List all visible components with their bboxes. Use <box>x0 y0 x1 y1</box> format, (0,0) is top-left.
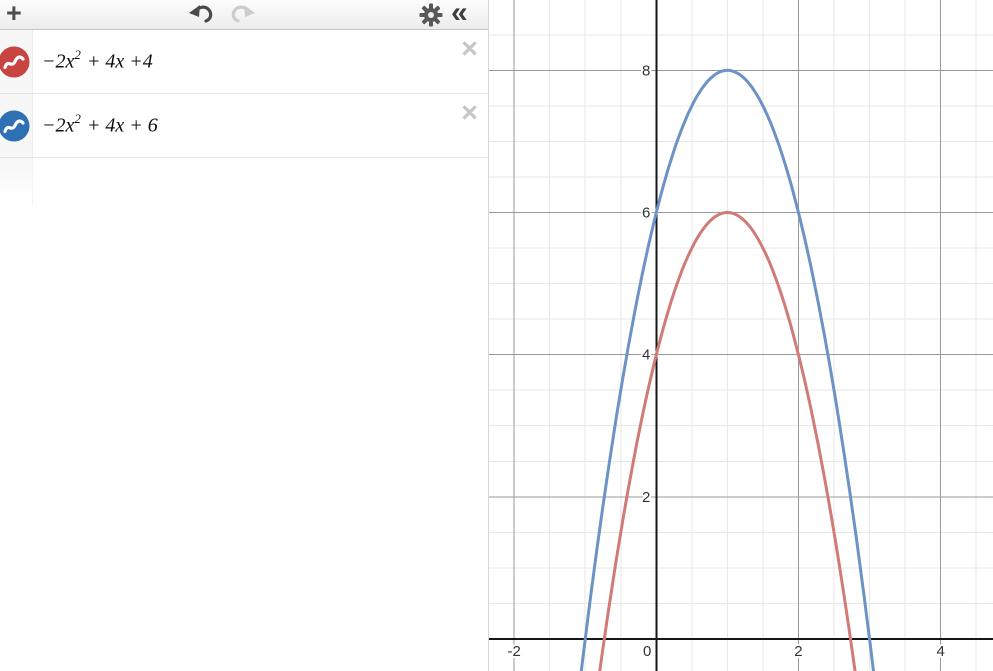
expression-panel: + <box>0 0 489 671</box>
expression-exponent: 2 <box>74 47 81 62</box>
axis-labels: -2 0 2 4 2 4 6 8 <box>507 62 944 660</box>
undo-icon <box>189 3 216 26</box>
x-tick-label: 0 <box>643 643 651 660</box>
expression-text: + 4x +4 <box>82 51 153 73</box>
y-tick-label: 4 <box>642 347 650 364</box>
settings-button[interactable] <box>419 3 443 30</box>
y-tick-label: 6 <box>642 204 650 221</box>
curve[interactable] <box>489 213 993 671</box>
expression-gutter[interactable] <box>0 94 33 157</box>
y-tick-label: 2 <box>642 489 650 506</box>
add-expression-button[interactable]: + <box>6 0 22 27</box>
x-tick-label: 2 <box>794 643 802 660</box>
delete-expression-button[interactable]: × <box>461 34 478 64</box>
graphing-calculator: + <box>0 0 993 671</box>
expression-gutter[interactable] <box>0 30 33 93</box>
graph-canvas[interactable]: -2 0 2 4 2 4 6 8 <box>489 0 993 671</box>
graph-panel: -2 0 2 4 2 4 6 8 <box>489 0 993 671</box>
expression-text: −2x <box>42 51 74 73</box>
expression-exponent: 2 <box>74 111 81 126</box>
expression-input[interactable]: −2x2 + 4x + 6 <box>42 112 444 138</box>
expression-text: + 4x + 6 <box>82 115 158 137</box>
gear-icon <box>419 3 443 27</box>
expression-row-1[interactable]: −2x2 + 4x +4 × <box>0 30 488 94</box>
expression-text: −2x <box>42 115 74 137</box>
grid-minor <box>489 0 993 671</box>
curve-style-icon-blue[interactable] <box>0 110 30 142</box>
axes <box>489 0 993 671</box>
expression-toolbar: + <box>0 0 488 30</box>
grid-major <box>489 0 993 671</box>
expression-input[interactable]: −2x2 + 4x +4 <box>42 48 444 74</box>
collapse-panel-button[interactable]: « <box>451 0 468 28</box>
gutter-fade <box>0 158 33 206</box>
delete-expression-button[interactable]: × <box>461 98 478 128</box>
curve[interactable] <box>489 70 993 671</box>
x-tick-label: 4 <box>936 643 944 660</box>
x-tick-label: -2 <box>507 643 520 660</box>
y-tick-label: 8 <box>642 62 650 79</box>
curve-style-icon-red[interactable] <box>0 46 30 78</box>
expression-row-2[interactable]: −2x2 + 4x + 6 × <box>0 94 488 158</box>
undo-button[interactable] <box>189 3 216 29</box>
redo-icon <box>228 3 255 26</box>
redo-button[interactable] <box>228 3 255 29</box>
